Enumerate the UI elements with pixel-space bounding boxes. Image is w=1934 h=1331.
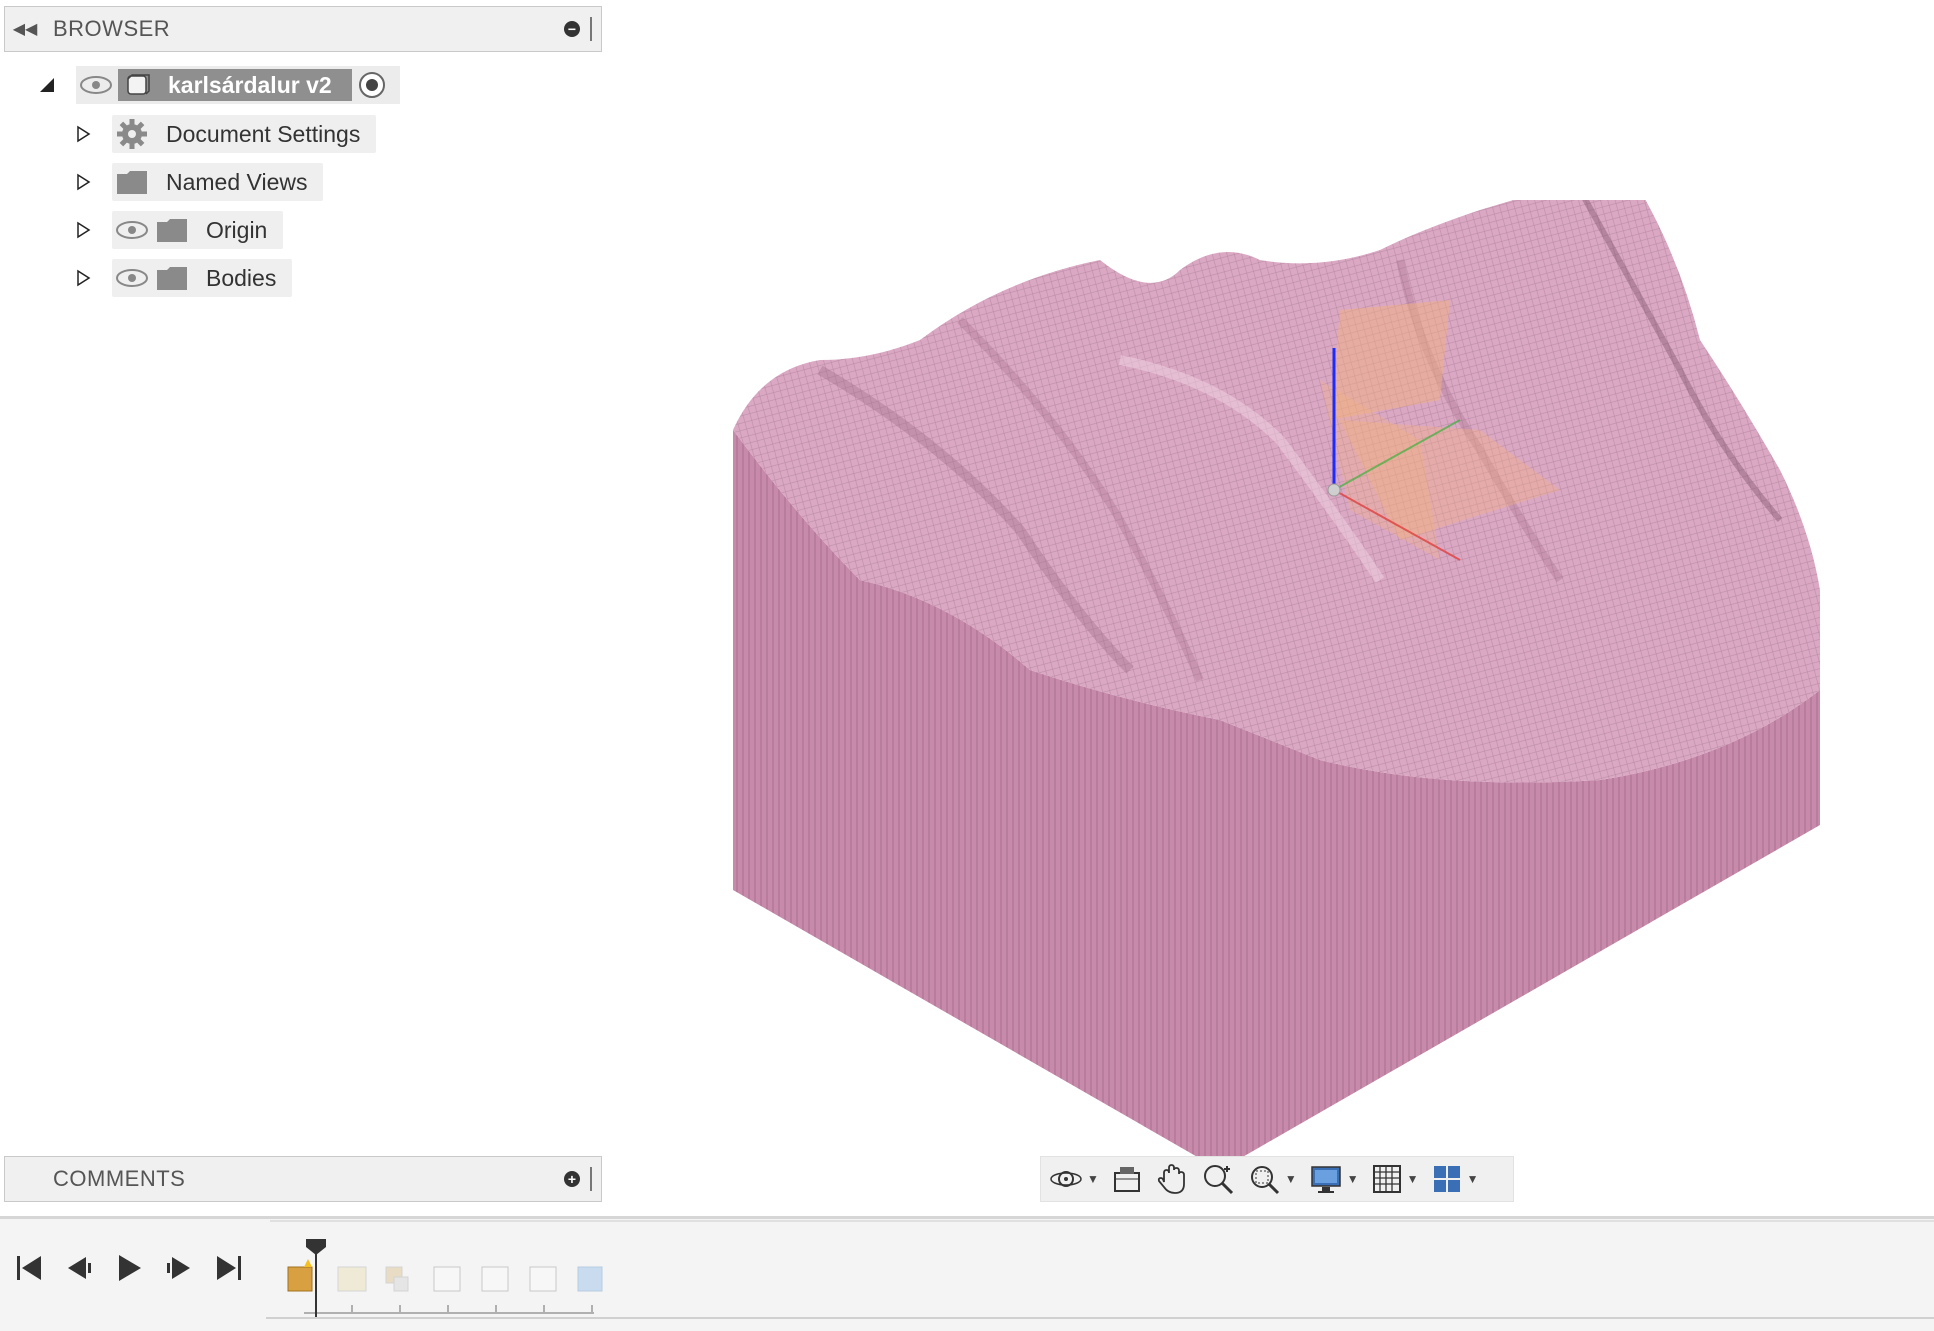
timeline-features [287, 1239, 603, 1317]
grid-settings-button[interactable]: ▼ [1371, 1163, 1419, 1195]
gear-icon [112, 115, 152, 153]
import-feature-icon[interactable] [287, 1259, 313, 1292]
chevron-down-icon[interactable]: ▼ [1087, 1172, 1099, 1186]
browser-panel-header: ◀◀ BROWSER − [4, 6, 602, 52]
panel-grip[interactable] [590, 17, 595, 41]
timeline-bar [0, 1216, 1934, 1331]
minimize-panel-button[interactable]: − [564, 21, 580, 37]
folder-icon [152, 211, 192, 249]
grid-settings-icon [1372, 1165, 1401, 1193]
visibility-eye-icon[interactable] [112, 211, 152, 249]
comments-title: COMMENTS [53, 1166, 186, 1191]
orbit-icon [1050, 1171, 1082, 1187]
tree-item-origin[interactable]: Origin [72, 211, 284, 249]
fit-icon [1250, 1166, 1279, 1195]
tree-item-bodies[interactable]: Bodies [72, 259, 293, 297]
look-at-button[interactable] [1111, 1163, 1143, 1195]
component-icon [118, 69, 158, 101]
tree-item-label: Document Settings [166, 120, 361, 147]
tree-root-row[interactable]: karlsárdalur v2 [36, 66, 400, 104]
edit-feature-2-icon[interactable] [481, 1266, 509, 1292]
browser-title: BROWSER [53, 16, 171, 41]
chevron-down-icon[interactable]: ▼ [1347, 1172, 1359, 1186]
tree-item-label: Origin [206, 216, 268, 243]
comments-panel-header: COMMENTS + [4, 1156, 602, 1202]
chevron-down-icon[interactable]: ▼ [1467, 1172, 1479, 1186]
step-back-icon[interactable] [64, 1253, 94, 1283]
play-icon[interactable] [114, 1253, 144, 1283]
activate-radio-icon[interactable] [352, 66, 392, 104]
collapse-triangle-icon[interactable] [36, 74, 58, 96]
step-forward-icon[interactable] [164, 1253, 194, 1283]
display-settings-button[interactable]: ▼ [1309, 1162, 1359, 1196]
orbit-button[interactable]: ▼ [1049, 1162, 1099, 1196]
body-feature-icon[interactable] [577, 1266, 603, 1292]
collapse-panel-icon[interactable]: ◀◀ [5, 19, 45, 39]
folder-icon [112, 163, 152, 201]
expand-triangle-icon[interactable] [72, 267, 94, 289]
fit-button[interactable]: ▼ [1247, 1162, 1297, 1196]
visibility-eye-icon[interactable] [112, 259, 152, 297]
playback-controls [14, 1253, 244, 1283]
pan-button[interactable] [1155, 1162, 1189, 1196]
sketch-feature-icon[interactable] [337, 1266, 367, 1292]
skip-to-start-icon[interactable] [14, 1253, 44, 1283]
expand-triangle-icon[interactable] [72, 171, 94, 193]
expand-triangle-icon[interactable] [72, 219, 94, 241]
root-component[interactable]: karlsárdalur v2 [118, 69, 352, 101]
display-settings-icon [1311, 1166, 1341, 1193]
chevron-down-icon[interactable]: ▼ [1407, 1172, 1419, 1186]
edit-feature-3-icon[interactable] [529, 1266, 557, 1292]
chevron-down-icon[interactable]: ▼ [1285, 1172, 1297, 1186]
look-at-icon [1113, 1167, 1140, 1192]
root-component-label: karlsárdalur v2 [158, 69, 352, 101]
tree-item-label: Named Views [166, 168, 308, 195]
tree-item-label: Bodies [206, 264, 277, 291]
terrain-model-viewport[interactable] [700, 200, 1850, 1170]
tree-item-document-settings[interactable]: Document Settings [72, 115, 377, 153]
viewports-button[interactable]: ▼ [1431, 1163, 1479, 1195]
viewports-icon [1433, 1166, 1460, 1192]
edit-feature-1-icon[interactable] [433, 1266, 461, 1292]
navigation-toolbar: ▼ ▼ ▼ ▼ ▼ [1040, 1156, 1514, 1202]
origin-point [1327, 483, 1341, 497]
folder-icon [152, 259, 192, 297]
panel-grip[interactable] [590, 1167, 595, 1191]
pan-icon [1157, 1164, 1185, 1194]
zoom-icon [1203, 1165, 1233, 1195]
zoom-button[interactable] [1201, 1162, 1235, 1196]
tree-item-named-views[interactable]: Named Views [72, 163, 324, 201]
visibility-eye-icon[interactable] [76, 66, 116, 104]
skip-to-end-icon[interactable] [214, 1253, 244, 1283]
expand-triangle-icon[interactable] [72, 123, 94, 145]
add-comment-button[interactable]: + [564, 1171, 580, 1187]
